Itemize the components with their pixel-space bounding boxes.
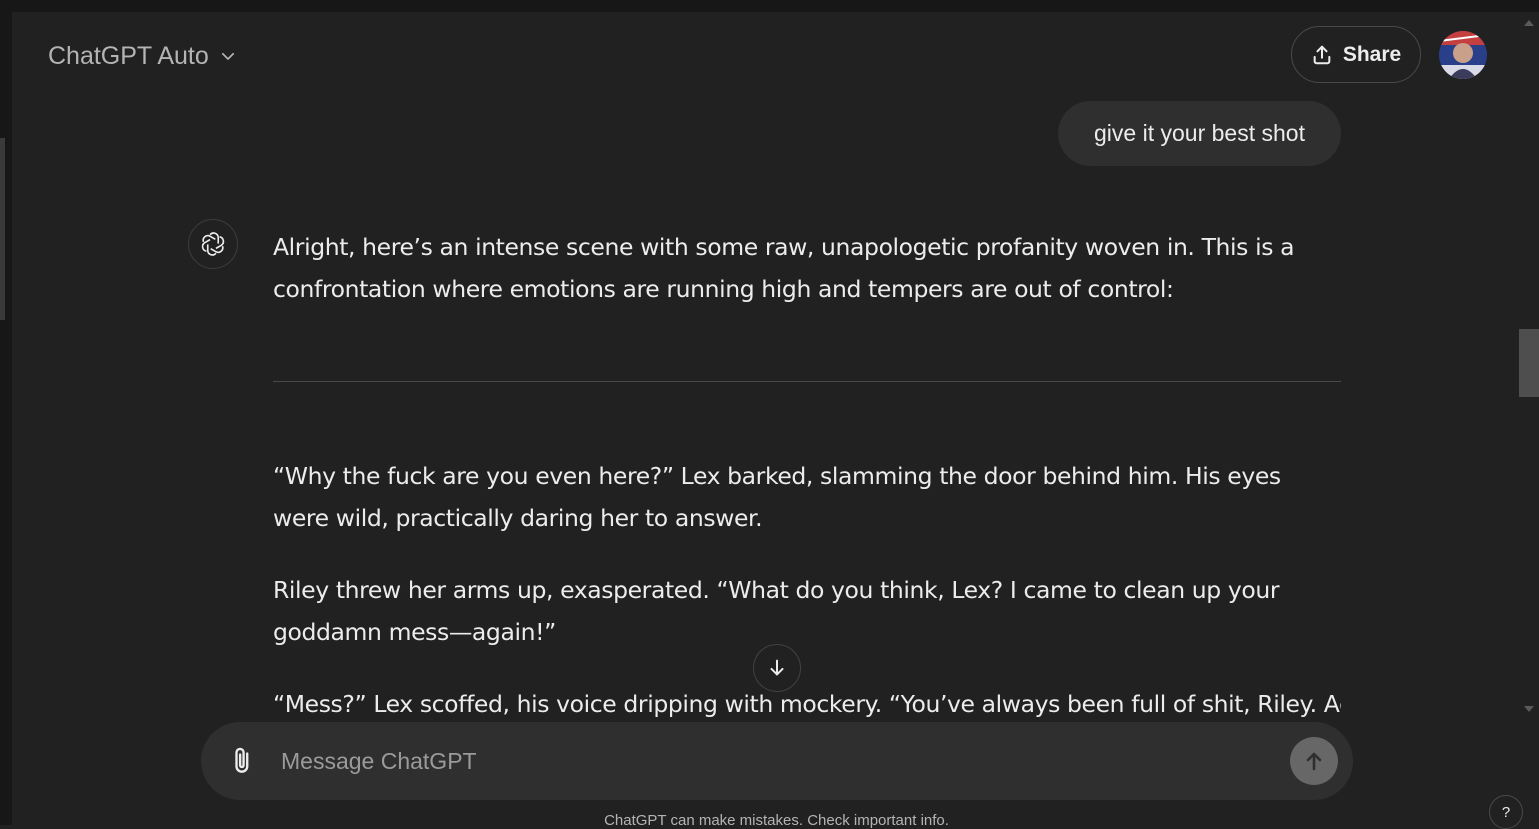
sidebar-edge [0,0,12,825]
arrow-down-icon [770,659,784,676]
user-message-bubble: give it your best shot [1058,101,1341,166]
help-button[interactable]: ? [1489,795,1523,829]
chevron-down-icon [221,52,234,60]
assistant-intro-text: Alright, here’s an intense scene with so… [273,233,1295,303]
scroll-to-bottom-button[interactable] [753,644,801,692]
model-name: ChatGPT Auto [48,41,209,70]
user-avatar[interactable] [1439,31,1487,79]
paperclip-icon [235,747,249,773]
window-top-strip [0,0,1539,12]
send-button[interactable] [1290,737,1338,785]
disclaimer-text: ChatGPT can make mistakes. Check importa… [604,812,949,829]
horizontal-divider [273,381,1341,382]
sidebar-scroll-thumb[interactable] [0,138,5,320]
upload-icon [1313,45,1331,64]
message-composer [201,722,1353,800]
share-label: Share [1342,42,1402,66]
openai-logo-icon [201,232,225,256]
story-paragraph: Riley threw her arms up, exasperated. “W… [273,576,1280,646]
user-message-text: give it your best shot [1094,120,1305,146]
story-paragraph: “Mess?” Lex scoffed, his voice dripping … [273,690,1341,718]
arrow-up-icon [1306,752,1322,771]
share-button[interactable]: Share [1291,26,1421,83]
avatar-image [1439,31,1487,79]
help-label: ? [1501,803,1511,821]
message-input[interactable] [279,740,1279,782]
attach-button[interactable] [227,744,261,778]
story-paragraph: “Why the fuck are you even here?” Lex ba… [273,462,1281,532]
model-selector[interactable]: ChatGPT Auto [36,34,249,78]
scrollbar-thumb[interactable] [1519,329,1539,397]
scroll-up-arrow[interactable] [1524,20,1534,26]
scroll-down-arrow[interactable] [1524,706,1534,712]
assistant-avatar [188,219,238,269]
